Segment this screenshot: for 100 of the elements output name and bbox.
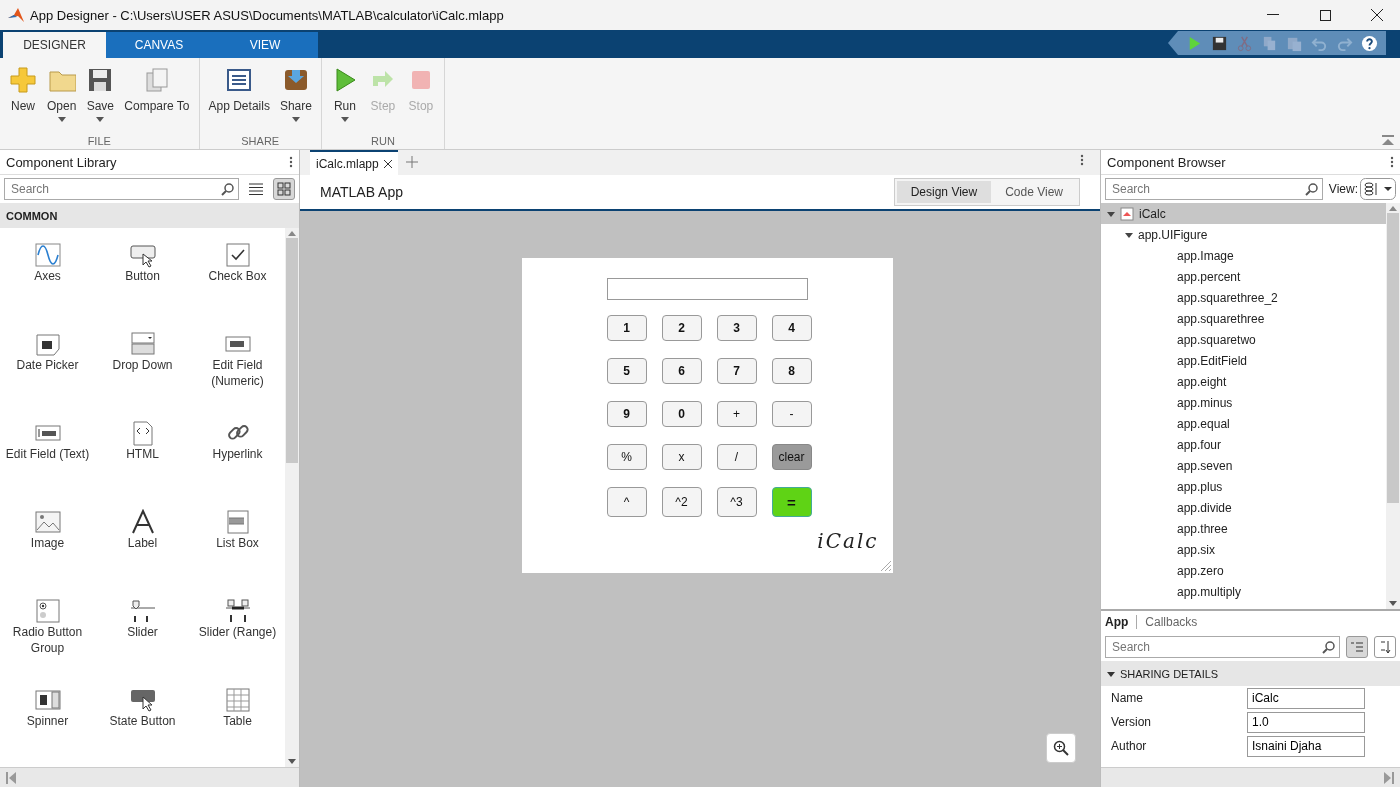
component-item[interactable]: Drop Down (95, 317, 190, 406)
tree-item[interactable]: app.zero (1101, 560, 1386, 581)
view-toggle[interactable]: Code View (991, 181, 1077, 203)
component-item[interactable]: Image (0, 495, 95, 584)
inspector-tab[interactable]: App (1105, 615, 1129, 629)
toolbar-button[interactable]: Run (325, 66, 364, 135)
calculator-key[interactable]: 6 (661, 358, 702, 384)
grid-view-button[interactable] (273, 178, 295, 200)
tree-item[interactable]: app.four (1101, 434, 1386, 455)
calculator-key[interactable]: / (716, 444, 757, 470)
calculator-key[interactable]: clear (771, 444, 812, 470)
component-item[interactable]: Button (95, 228, 190, 317)
toolbar-button[interactable]: App Details (203, 66, 275, 135)
calculator-key[interactable]: 2 (661, 315, 702, 341)
calculator-key[interactable]: ^2 (661, 487, 702, 517)
zoom-button[interactable] (1046, 733, 1076, 763)
tree-item[interactable]: app.six (1101, 539, 1386, 560)
tree-item[interactable]: app.Image (1101, 245, 1386, 266)
maximize-icon[interactable] (1319, 9, 1331, 21)
tree-item[interactable]: app.divide (1101, 497, 1386, 518)
close-icon[interactable] (383, 159, 392, 168)
text-field[interactable]: Isnaini Djaha (1247, 735, 1365, 757)
calculator-key[interactable]: 3 (716, 315, 757, 341)
tree-item[interactable]: app.squaretwo (1101, 329, 1386, 350)
calculator-key[interactable]: 7 (716, 358, 757, 384)
component-item[interactable]: Label (95, 495, 190, 584)
inspector-tab[interactable]: Callbacks (1145, 615, 1198, 629)
calculator-key[interactable]: 9 (606, 401, 647, 427)
ribbon-tab[interactable]: DESIGNER (3, 32, 106, 58)
search-input[interactable]: Search (9, 181, 221, 197)
component-item[interactable]: Slider (Range) (190, 584, 285, 673)
scroll-up-icon[interactable] (1389, 206, 1397, 211)
component-item[interactable]: Table (190, 673, 285, 762)
calculator-key[interactable]: x (661, 444, 702, 470)
group-view-button[interactable] (1346, 636, 1368, 658)
calculator-key[interactable]: 1 (606, 315, 647, 341)
search-field[interactable]: Search (1105, 636, 1340, 658)
tree-item[interactable]: app.seven (1101, 455, 1386, 476)
calculator-key[interactable]: 0 (661, 401, 702, 427)
expand-triangle-icon[interactable] (1125, 230, 1133, 239)
component-item[interactable]: Spinner (0, 673, 95, 762)
search-input[interactable]: Search (1110, 639, 1322, 655)
calculator-key[interactable]: = (771, 487, 812, 517)
calculator-key[interactable]: ^ (606, 487, 647, 517)
tree-item[interactable]: app.minus (1101, 392, 1386, 413)
calculator-key[interactable]: - (771, 401, 812, 427)
sort-button[interactable] (1374, 636, 1396, 658)
component-item[interactable]: Edit Field (Numeric) (190, 317, 285, 406)
resize-grip-icon[interactable] (878, 559, 891, 571)
component-item[interactable]: Hyperlink (190, 406, 285, 495)
tree-item[interactable]: iCalc (1101, 203, 1386, 224)
text-field[interactable]: iCalc (1247, 687, 1365, 709)
expand-triangle-icon[interactable] (1107, 209, 1115, 218)
toolbar-button[interactable]: Compare To (119, 66, 195, 135)
calculator-key[interactable]: % (606, 444, 647, 470)
component-item[interactable]: Axes (0, 228, 95, 317)
tree-item[interactable]: app.percent (1101, 266, 1386, 287)
scrollbar[interactable] (285, 228, 299, 767)
calculator-key[interactable]: 4 (771, 315, 812, 341)
search-field[interactable]: Search (1105, 178, 1323, 200)
scrollbar[interactable] (1386, 203, 1400, 609)
search-field[interactable]: Search (4, 178, 239, 200)
search-input[interactable]: Search (1110, 181, 1305, 197)
close-icon[interactable] (1371, 9, 1383, 21)
component-item[interactable]: Date Picker (0, 317, 95, 406)
more-options-icon[interactable] (1080, 154, 1084, 166)
tree-item[interactable]: app.EditField (1101, 350, 1386, 371)
calculator-key[interactable]: 8 (771, 358, 812, 384)
help-icon[interactable] (1361, 34, 1378, 52)
component-item[interactable]: Check Box (190, 228, 285, 317)
tree-item[interactable]: app.equal (1101, 413, 1386, 434)
toolbar-button[interactable]: New (4, 66, 42, 135)
ribbon-tab[interactable]: VIEW (212, 32, 318, 58)
more-options-icon[interactable] (1390, 156, 1394, 168)
tree-item[interactable]: app.three (1101, 518, 1386, 539)
view-options-dropdown-icon[interactable] (1360, 178, 1396, 200)
editor-tab[interactable]: iCalc.mlapp (310, 150, 398, 175)
calculator-key[interactable]: 5 (606, 358, 647, 384)
calculator-key[interactable]: ^3 (716, 487, 757, 517)
toolbar-button[interactable]: Share (274, 66, 317, 135)
tree-item[interactable]: app.squarethree (1101, 308, 1386, 329)
ribbon-tab[interactable]: CANVAS (106, 32, 212, 58)
component-item[interactable]: State Button (95, 673, 190, 762)
tree-item[interactable]: app.squarethree_2 (1101, 287, 1386, 308)
toolbar-button[interactable]: Save (81, 66, 120, 135)
section-header[interactable]: SHARING DETAILS (1101, 661, 1400, 686)
tree-item[interactable]: app.multiply (1101, 581, 1386, 602)
more-options-icon[interactable] (289, 156, 293, 168)
component-item[interactable]: HTML (95, 406, 190, 495)
add-tab-icon[interactable] (405, 156, 418, 168)
component-item[interactable]: List Box (190, 495, 285, 584)
display-field[interactable] (606, 278, 808, 300)
tree-item[interactable]: app.plus (1101, 476, 1386, 497)
tree-item[interactable]: app.UIFigure (1101, 224, 1386, 245)
collapse-ribbon-icon[interactable] (1382, 135, 1394, 145)
scroll-up-icon[interactable] (288, 231, 296, 236)
view-toggle[interactable]: Design View (896, 181, 992, 203)
component-item[interactable]: Radio Button Group (0, 584, 95, 673)
calculator-key[interactable]: + (716, 401, 757, 427)
component-item[interactable]: Edit Field (Text) (0, 406, 95, 495)
